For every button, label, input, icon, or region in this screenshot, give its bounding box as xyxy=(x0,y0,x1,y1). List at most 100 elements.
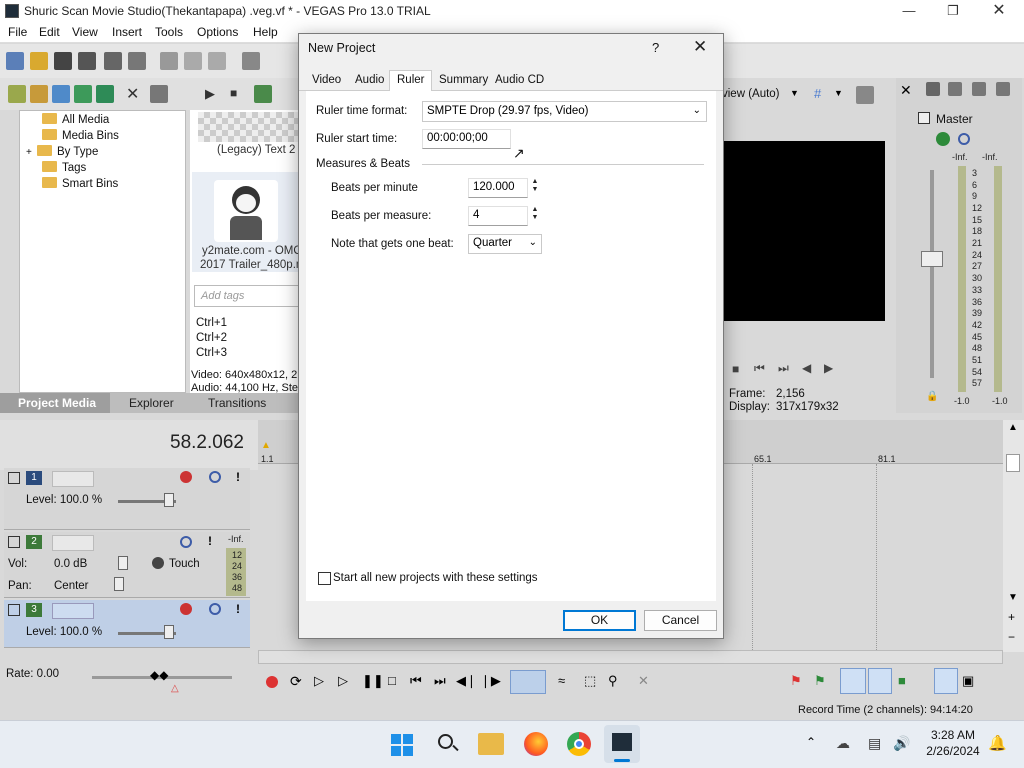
cloud-icon[interactable]: ☁ xyxy=(836,735,850,752)
tree-item-media-bins[interactable]: Media Bins xyxy=(42,129,119,142)
stop-icon[interactable]: □ xyxy=(388,673,396,688)
web-icon[interactable] xyxy=(74,85,92,103)
cut-icon[interactable] xyxy=(160,52,178,70)
zoom-in-icon[interactable]: + xyxy=(1008,610,1015,624)
solo-icon[interactable]: ! xyxy=(208,534,212,548)
start-all-checkbox[interactable] xyxy=(318,572,331,585)
firefox-icon[interactable] xyxy=(524,732,548,756)
tab-video[interactable]: Video xyxy=(312,74,341,86)
menu-view[interactable]: View xyxy=(72,25,98,39)
chevron-up-icon[interactable]: ⌃ xyxy=(806,735,816,749)
beats-per-minute-field[interactable]: 120.000 xyxy=(468,178,528,198)
envelope-tool-icon[interactable]: ≈ xyxy=(558,673,565,688)
menu-insert[interactable]: Insert xyxy=(112,25,142,39)
save-icon[interactable] xyxy=(54,52,72,70)
cancel-button[interactable]: Cancel xyxy=(644,610,717,631)
minimize-icon[interactable]: — xyxy=(886,0,932,23)
mute-icon[interactable] xyxy=(209,471,221,483)
close-icon[interactable]: ✕ xyxy=(900,82,912,99)
play-icon[interactable]: ▷ xyxy=(338,673,348,689)
stop-icon[interactable]: ■ xyxy=(732,362,739,376)
pause-icon[interactable]: ❚❚ xyxy=(362,673,384,689)
track-fx-icon[interactable] xyxy=(180,603,192,615)
track-collapse-icon[interactable] xyxy=(8,472,20,484)
file-explorer-icon[interactable] xyxy=(478,733,504,755)
lock-icon[interactable]: 🔒 xyxy=(926,391,938,402)
get-media-icon[interactable] xyxy=(52,85,70,103)
snapping-icon[interactable] xyxy=(868,668,892,694)
close-icon[interactable]: ✕ xyxy=(693,37,707,57)
region-icon[interactable]: ⚑ xyxy=(814,673,826,689)
mute-icon[interactable] xyxy=(209,603,221,615)
legacy-text-thumbnail[interactable] xyxy=(198,112,300,142)
refresh-icon[interactable] xyxy=(96,85,114,103)
help-icon[interactable]: ? xyxy=(652,40,659,55)
bpm-spinner-icon[interactable]: ▲ ▼ xyxy=(531,178,539,196)
tree-item-smart-bins[interactable]: Smart Bins xyxy=(42,177,118,190)
video-thumbnail[interactable]: y2mate.com - OMOR 2017 Trailer_480p.m xyxy=(192,172,311,272)
chrome-icon[interactable] xyxy=(567,732,591,756)
note-one-beat-dropdown[interactable]: Quarter ⌄ xyxy=(468,234,542,254)
loop-icon[interactable]: ⟳ xyxy=(290,673,302,690)
render-icon[interactable] xyxy=(104,52,122,70)
tab-summary[interactable]: Summary xyxy=(439,74,488,86)
network-icon[interactable]: ▤ xyxy=(868,735,881,752)
beats-per-measure-field[interactable]: 4 xyxy=(468,206,528,226)
play-from-start-icon[interactable]: ▷ xyxy=(314,673,324,689)
notification-bell-icon[interactable]: 🔔 xyxy=(988,734,1007,752)
go-to-end-icon[interactable]: ⏭ xyxy=(778,361,789,376)
horizontal-scrollbar[interactable] xyxy=(258,650,1003,664)
scroll-down-icon[interactable]: ▼ xyxy=(1008,592,1018,603)
copy-snapshot-icon[interactable] xyxy=(856,86,874,104)
lock-envelopes-icon[interactable]: ■ xyxy=(898,673,906,688)
chevron-down-icon[interactable]: ▼ xyxy=(834,88,843,98)
next-frame-icon[interactable]: ▶ xyxy=(824,361,833,375)
volume-slider-knob[interactable] xyxy=(118,556,128,570)
scroll-up-icon[interactable]: ▲ xyxy=(1008,422,1018,433)
copy-icon[interactable] xyxy=(184,52,202,70)
go-to-start-icon[interactable]: ⏮ xyxy=(754,361,765,376)
master-fx-icon[interactable] xyxy=(926,82,940,96)
remove-icon[interactable]: ✕ xyxy=(126,84,139,104)
tree-item-all-media[interactable]: All Media xyxy=(42,113,110,126)
downmix-icon[interactable] xyxy=(948,82,962,96)
vegas-taskbar-button[interactable] xyxy=(604,725,640,763)
tree-item-by-type[interactable]: + By Type xyxy=(26,145,98,158)
windows-start-icon[interactable] xyxy=(391,734,413,756)
tab-explorer[interactable]: Explorer xyxy=(129,396,174,410)
level-slider-knob[interactable] xyxy=(164,493,174,507)
search-icon[interactable] xyxy=(437,733,459,755)
selection-tool-icon[interactable]: ⬚ xyxy=(584,673,596,689)
automation-gear-icon[interactable] xyxy=(152,557,164,569)
clock-date[interactable]: 2/26/2024 xyxy=(922,744,984,758)
menu-help[interactable]: Help xyxy=(253,25,278,39)
track-name-field[interactable] xyxy=(52,535,94,551)
mute-icon[interactable] xyxy=(958,133,970,145)
tab-audio-cd[interactable]: Audio CD xyxy=(495,74,544,86)
rate-slider-knob[interactable]: ◆◆ xyxy=(150,668,168,682)
scrollbar-thumb[interactable] xyxy=(1006,454,1020,472)
next-frame-icon[interactable]: ❘▶ xyxy=(480,673,501,689)
tree-item-tags[interactable]: Tags xyxy=(42,161,86,174)
pan-slider-knob[interactable] xyxy=(114,577,124,591)
previous-frame-icon[interactable]: ◀ xyxy=(802,361,811,375)
track-collapse-icon[interactable] xyxy=(8,604,20,616)
tab-ruler[interactable]: Ruler xyxy=(389,70,433,92)
ruler-start-time-field[interactable]: 00:00:00;00 xyxy=(422,129,511,149)
bpmeasure-spinner-icon[interactable]: ▲ ▼ xyxy=(531,206,539,224)
track-fx-icon[interactable] xyxy=(180,471,192,483)
video-track-3[interactable]: 3 ! Level: 100.0 % xyxy=(4,600,250,648)
ignore-grouping-icon[interactable] xyxy=(934,668,958,694)
properties-icon[interactable] xyxy=(128,52,146,70)
previous-frame-icon[interactable]: ◀❘ xyxy=(456,673,477,689)
go-to-start-icon[interactable]: ⏮ xyxy=(410,673,422,689)
preview-quality-dropdown[interactable]: view (Auto) xyxy=(722,88,780,100)
master-fx-gear-icon[interactable] xyxy=(936,132,950,146)
normal-edit-tool-icon[interactable] xyxy=(510,670,546,694)
track-name-field[interactable] xyxy=(52,471,94,487)
dim-icon[interactable] xyxy=(972,82,986,96)
play-icon[interactable]: ▶ xyxy=(205,86,215,102)
auto-ripple-icon[interactable] xyxy=(840,668,866,694)
auto-crossfade-icon[interactable]: ▣ xyxy=(962,673,974,689)
solo-icon[interactable]: ! xyxy=(236,470,240,484)
